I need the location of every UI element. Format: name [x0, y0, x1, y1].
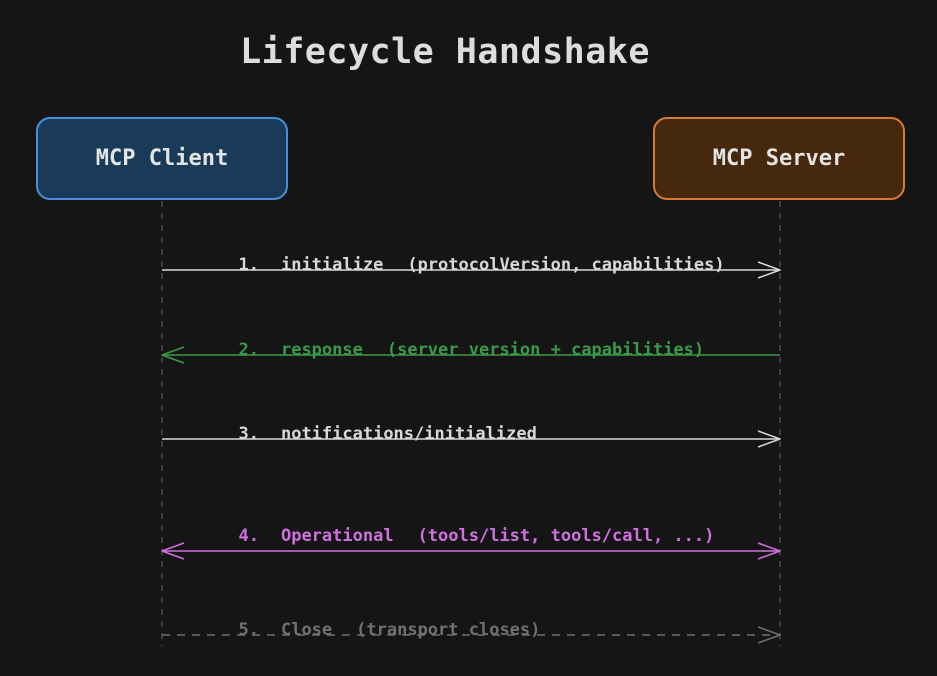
message-2-label: 2. response (server version + capabilities… — [218, 320, 704, 360]
message-4-args: (tools/list, tools/call, ...) — [417, 526, 715, 546]
message-3-number: 3. — [238, 424, 259, 444]
message-1-label: 1. initialize (protocolVersion, capabiliti… — [218, 235, 725, 275]
message-1-name: initialize — [280, 255, 384, 275]
message-4-number: 4. — [238, 526, 259, 546]
message-4-name: Operational — [280, 526, 394, 546]
message-2-number: 2. — [238, 340, 259, 360]
message-2-args: (server version + capabilities) — [386, 340, 705, 360]
message-5-number: 5. — [238, 620, 259, 640]
message-5-label: 5. Close (transport closes) — [218, 600, 540, 640]
message-2-name: response — [280, 340, 363, 360]
message-1-number: 1. — [238, 255, 259, 275]
message-3-name: notifications/initialized — [280, 424, 537, 444]
message-1-args: (protocolVersion, capabilities) — [407, 255, 725, 275]
message-3-label: 3. notifications/initialized — [218, 404, 537, 444]
message-5-name: Close — [280, 620, 333, 640]
message-4-label: 4. Operational (tools/list, tools/call, ..… — [218, 506, 714, 546]
message-5-args: (transport closes) — [356, 620, 541, 640]
